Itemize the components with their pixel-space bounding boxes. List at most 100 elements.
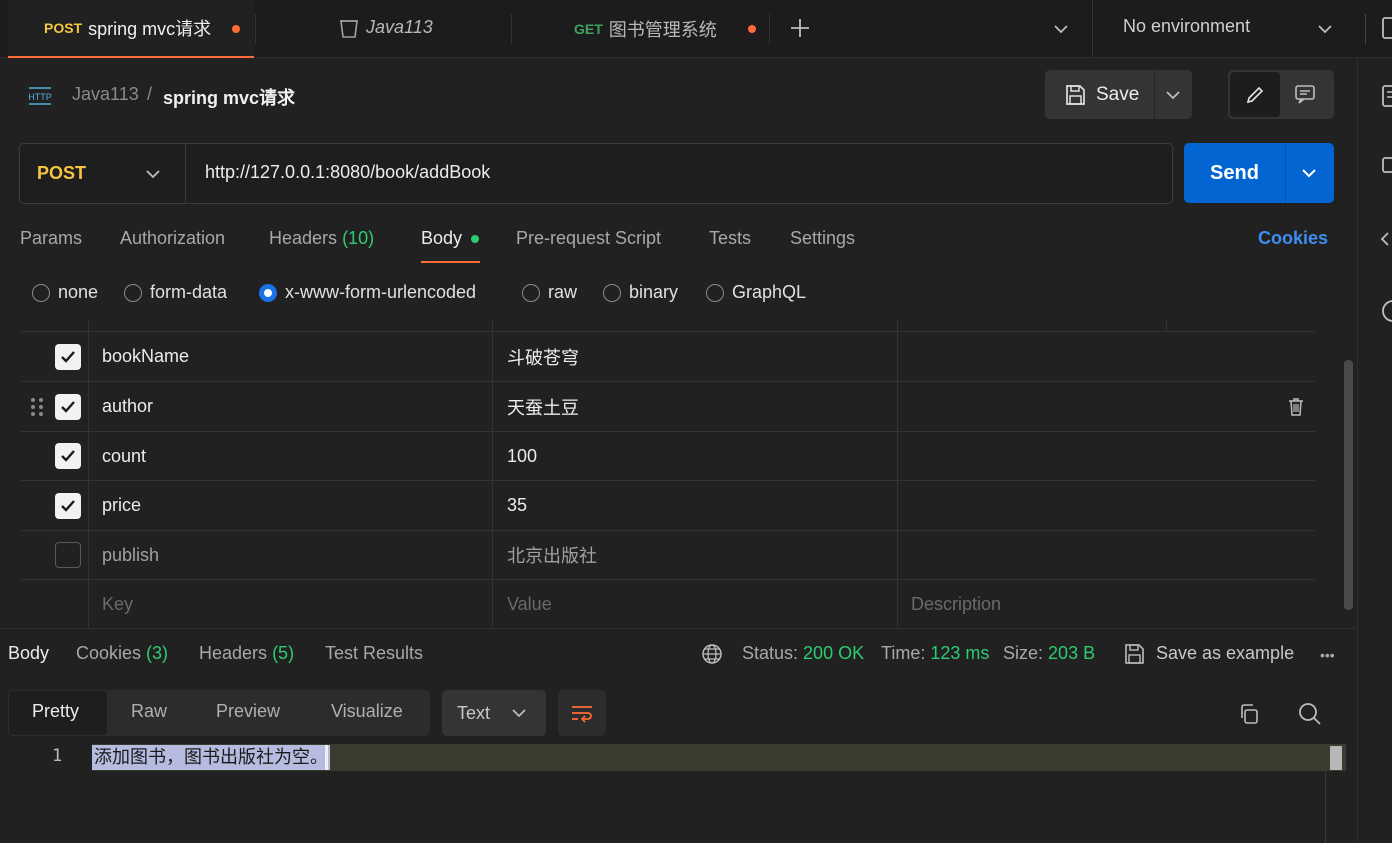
radio-none[interactable]: none [32,282,98,303]
breadcrumb-request-name[interactable]: spring mvc请求 [163,84,295,110]
row-checkbox[interactable] [55,432,81,480]
info-icon[interactable] [1381,299,1392,323]
check-icon [61,450,75,462]
response-tab-cookies[interactable]: Cookies (3) [76,643,168,664]
value-cell[interactable]: 100 [507,432,537,480]
time-label: Time: [881,643,926,663]
key-cell[interactable]: bookName [102,332,189,381]
environment-selector-label[interactable]: No environment [1123,16,1250,37]
value-cell[interactable]: 北京出版社 [507,531,597,579]
tab-body[interactable]: Body [421,228,462,249]
body-has-content-dot [471,235,479,243]
tab-tests[interactable]: Tests [709,228,751,249]
tabs-dropdown-chevron-icon[interactable] [1050,18,1072,40]
breadcrumb-collection[interactable]: Java113 [72,84,139,105]
key-cell[interactable]: count [102,432,146,480]
comments-icon[interactable] [1293,82,1317,106]
response-size[interactable]: Size: 203 B [1003,643,1095,664]
tab-pre-request-script[interactable]: Pre-request Script [516,228,661,249]
search-icon[interactable] [1297,701,1323,727]
delete-row-trash-icon[interactable] [1287,382,1305,431]
cookies-link[interactable]: Cookies [1258,228,1328,249]
radio-binary[interactable]: binary [603,282,678,303]
value-placeholder[interactable]: Value [507,580,552,628]
table-row: publish 北京出版社 [21,531,1315,580]
format-label: Text [457,702,491,723]
table-header-strip [21,320,1315,332]
key-cell[interactable]: publish [102,531,159,579]
tab-get-library[interactable]: GET 图书管理系统 [512,0,768,58]
send-options-chevron-icon[interactable] [1298,162,1320,184]
tab-headers[interactable]: Headers (10) [269,228,374,249]
radio-label: GraphQL [732,282,807,302]
key-placeholder[interactable]: Key [102,580,133,628]
response-tab-test-results[interactable]: Test Results [325,643,423,664]
documentation-icon[interactable] [1381,84,1392,108]
key-cell[interactable]: author [102,382,153,431]
wrap-lines-button[interactable] [558,690,606,736]
save-button[interactable]: Save [1045,70,1154,119]
response-text[interactable]: 添加图书，图书出版社为空。 [92,745,330,770]
response-tab-body[interactable]: Body [8,643,49,664]
response-time[interactable]: Time: 123 ms [881,643,989,664]
row-checkbox[interactable] [55,332,81,381]
view-visualize[interactable]: Visualize [331,701,403,722]
drag-handle-icon[interactable] [30,382,44,431]
view-pretty[interactable]: Pretty [32,701,79,722]
more-options-icon[interactable]: ••• [1320,647,1335,663]
table-scrollbar[interactable] [1344,360,1353,610]
format-selector[interactable]: Text [442,690,546,736]
send-button[interactable]: Send [1184,143,1285,203]
save-example-icon[interactable] [1122,642,1146,666]
save-divider [1154,70,1155,119]
environment-chevron-icon[interactable] [1314,18,1336,40]
key-cell[interactable]: price [102,481,141,530]
response-status[interactable]: Status: 200 OK [742,643,864,664]
row-checkbox-unchecked[interactable] [55,531,81,579]
method-selector[interactable]: POST [20,144,185,203]
radio-form-data[interactable]: form-data [124,282,227,303]
size-value: 203 B [1048,643,1096,663]
radio-circle [124,283,142,302]
radio-circle-selected [259,283,277,302]
value-cell[interactable]: 斗破苍穹 [507,332,579,381]
radio-label: form-data [150,282,228,302]
view-preview[interactable]: Preview [216,701,280,722]
url-bar [19,143,1173,204]
tab-params[interactable]: Params [20,228,82,249]
tab-settings[interactable]: Settings [790,228,855,249]
value-cell[interactable]: 天蚕土豆 [507,382,579,431]
radio-raw[interactable]: raw [522,282,577,303]
radio-graphql[interactable]: GraphQL [706,282,806,303]
text-cursor [325,745,328,770]
copy-icon[interactable] [1237,702,1261,726]
value-cell[interactable]: 35 [507,481,527,530]
comments-side-icon[interactable] [1381,155,1392,177]
view-raw[interactable]: Raw [131,701,167,722]
tab-authorization[interactable]: Authorization [120,228,225,249]
env-quick-look-icon[interactable] [1382,16,1392,40]
row-checkbox[interactable] [55,382,81,431]
tab-headers-count: (10) [342,228,375,248]
editor-scrollbar-thumb[interactable] [1330,746,1342,770]
save-as-example-button[interactable]: Save as example [1156,643,1294,664]
method-chevron-icon [142,163,164,185]
tab-method: GET [574,21,603,37]
status-value: 200 OK [803,643,865,663]
code-icon[interactable] [1380,228,1392,250]
edit-pencil-button[interactable] [1230,72,1280,117]
url-input[interactable]: http://127.0.0.1:8080/book/addBook [205,162,490,183]
radio-circle [32,283,50,302]
status-label: Status: [742,643,799,663]
response-tab-headers[interactable]: Headers (5) [199,643,294,664]
row-checkbox[interactable] [55,481,81,530]
tab-java113[interactable]: Java113 [256,0,510,58]
description-placeholder[interactable]: Description [911,580,1001,628]
check-icon [61,499,75,512]
radio-x-www-form-urlencoded[interactable]: x-www-form-urlencoded [259,282,476,303]
new-row: Key Value Description [21,580,1315,628]
save-options-chevron-icon[interactable] [1162,84,1184,106]
new-tab-plus-icon[interactable] [788,16,812,40]
tab-post-spring-mvc[interactable]: POST spring mvc请求 [8,0,254,58]
globe-icon[interactable] [701,643,723,665]
